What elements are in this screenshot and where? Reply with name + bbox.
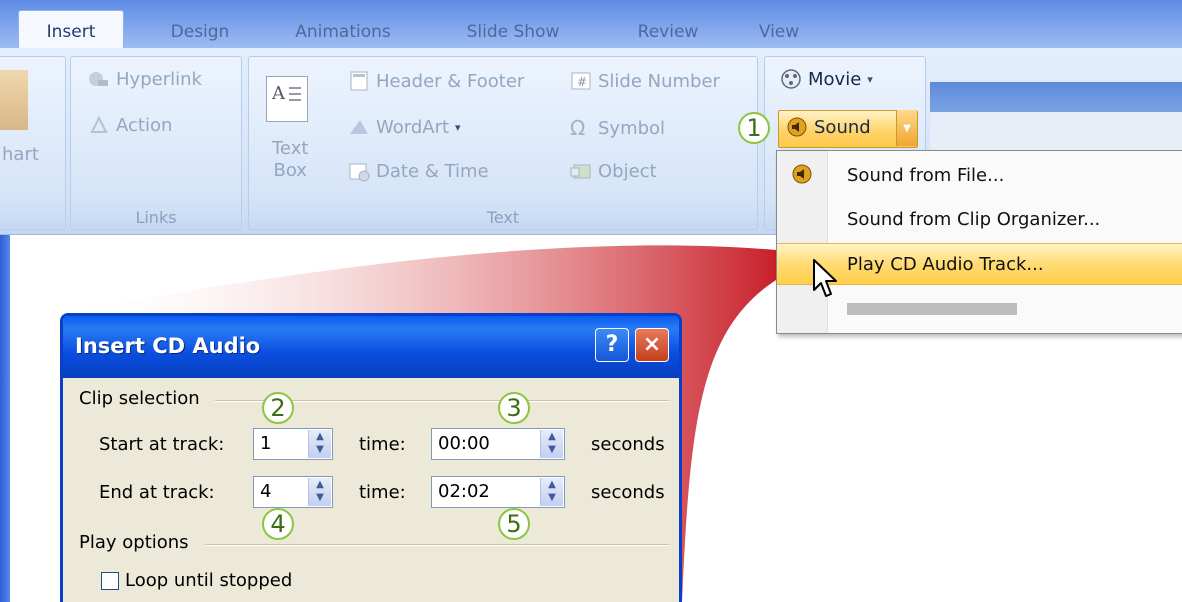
header-footer-icon [350, 71, 368, 91]
tab-design[interactable]: Design [150, 16, 250, 48]
tab-insert[interactable]: Insert [18, 10, 124, 51]
slide-area-strip [930, 82, 1182, 112]
start-track-value: 1 [260, 433, 272, 454]
dialog-title-bar: Insert CD Audio ? × [63, 316, 679, 378]
symbol-button[interactable]: Ω Symbol [570, 116, 665, 140]
end-seconds-label: seconds [591, 482, 665, 503]
chevron-down-icon: ▾ [455, 120, 461, 134]
header-footer-label: Header & Footer [376, 70, 525, 92]
tab-slide-show[interactable]: Slide Show [448, 16, 578, 48]
chart-button-label[interactable]: hart [2, 144, 39, 165]
text-box-label-2: Box [273, 160, 307, 181]
help-button[interactable]: ? [595, 328, 629, 362]
end-time-value: 02:02 [438, 481, 490, 502]
end-time-label: time: [359, 482, 406, 503]
action-icon [90, 115, 108, 133]
menu-item-sound-from-clip-organizer[interactable]: Sound from Clip Organizer... [777, 199, 1182, 241]
chart-icon [0, 70, 28, 130]
play-options-label: Play options [79, 532, 189, 553]
end-time-spinner[interactable]: 02:02 ▲ ▼ [431, 476, 565, 508]
text-box-icon: A [266, 76, 308, 122]
start-seconds-label: seconds [591, 434, 665, 455]
object-icon [570, 164, 591, 179]
sound-dropdown-arrow[interactable]: ▼ [896, 110, 917, 146]
movie-label: Movie [808, 68, 862, 90]
loop-label[interactable]: Loop until stopped [125, 570, 292, 591]
menu-item-sound-from-file[interactable]: Sound from File... [777, 155, 1182, 197]
chevron-down-icon: ▾ [867, 72, 873, 86]
hyperlink-icon [89, 72, 108, 86]
slide-number-label: Slide Number [598, 70, 720, 92]
start-track-label: Start at track: [99, 434, 225, 455]
spinner-arrows-icon[interactable]: ▲ ▼ [540, 430, 563, 458]
svg-text:#: # [577, 75, 587, 89]
end-track-label: End at track: [99, 482, 215, 503]
spinner-arrows-icon[interactable]: ▲ ▼ [308, 430, 331, 458]
film-reel-icon [781, 69, 801, 89]
end-track-value: 4 [260, 481, 272, 502]
insert-cd-audio-dialog: Insert CD Audio ? × Clip selection Start… [60, 313, 682, 602]
tab-view[interactable]: View [744, 16, 814, 48]
object-button[interactable]: Object [570, 160, 657, 182]
tab-animations[interactable]: Animations [278, 16, 408, 48]
wordart-label: WordArt [376, 116, 450, 138]
date-time-label: Date & Time [376, 160, 489, 182]
object-label: Object [598, 160, 657, 182]
sound-dropdown-menu: Sound from File... Sound from Clip Organ… [776, 150, 1182, 334]
callout-3: 3 [498, 392, 530, 424]
callout-4: 4 [262, 508, 294, 540]
hyperlink-label: Hyperlink [116, 68, 202, 90]
start-time-spinner[interactable]: 00:00 ▲ ▼ [431, 428, 565, 460]
end-track-spinner[interactable]: 4 ▲ ▼ [253, 476, 333, 508]
group-label-text: Text [486, 208, 520, 227]
loop-checkbox[interactable] [101, 572, 119, 590]
menu-item-disabled [847, 303, 1017, 315]
wordart-button[interactable]: WordArt ▾ [348, 116, 461, 138]
text-box-button[interactable]: Text Box [272, 138, 308, 182]
action-button[interactable]: Action [88, 114, 172, 136]
callout-5: 5 [498, 508, 530, 540]
clip-selection-label: Clip selection [79, 388, 200, 409]
header-footer-button[interactable]: Header & Footer [348, 70, 524, 92]
symbol-label: Symbol [598, 117, 666, 139]
callout-1: 1 [738, 112, 770, 144]
spinner-arrows-icon[interactable]: ▲ ▼ [540, 478, 563, 506]
slide-number-icon: # [571, 72, 591, 90]
date-time-icon [349, 163, 370, 182]
text-box-label-1: Text [272, 138, 309, 159]
close-button[interactable]: × [635, 328, 669, 362]
hyperlink-button[interactable]: Hyperlink [88, 68, 202, 90]
start-track-spinner[interactable]: 1 ▲ ▼ [253, 428, 333, 460]
mouse-cursor-icon [813, 259, 837, 297]
action-label: Action [116, 114, 173, 136]
start-time-label: time: [359, 434, 406, 455]
play-options-rule [205, 544, 669, 546]
omega-icon: Ω [570, 116, 586, 140]
dialog-title: Insert CD Audio [75, 334, 261, 358]
slide-area-strip-light [930, 112, 1182, 151]
sound-label: Sound [814, 116, 871, 138]
date-time-button[interactable]: Date & Time [348, 160, 489, 182]
tab-review[interactable]: Review [618, 16, 718, 48]
slide-number-button[interactable]: # Slide Number [570, 70, 720, 92]
spinner-arrows-icon[interactable]: ▲ ▼ [308, 478, 331, 506]
start-time-value: 00:00 [438, 433, 490, 454]
callout-2: 2 [262, 392, 294, 424]
movie-button[interactable]: Movie ▾ [780, 68, 873, 90]
sound-button-content[interactable]: Sound [786, 116, 871, 138]
group-label-links: Links [135, 208, 177, 227]
wordart-icon [350, 120, 368, 134]
speaker-icon [787, 117, 807, 137]
